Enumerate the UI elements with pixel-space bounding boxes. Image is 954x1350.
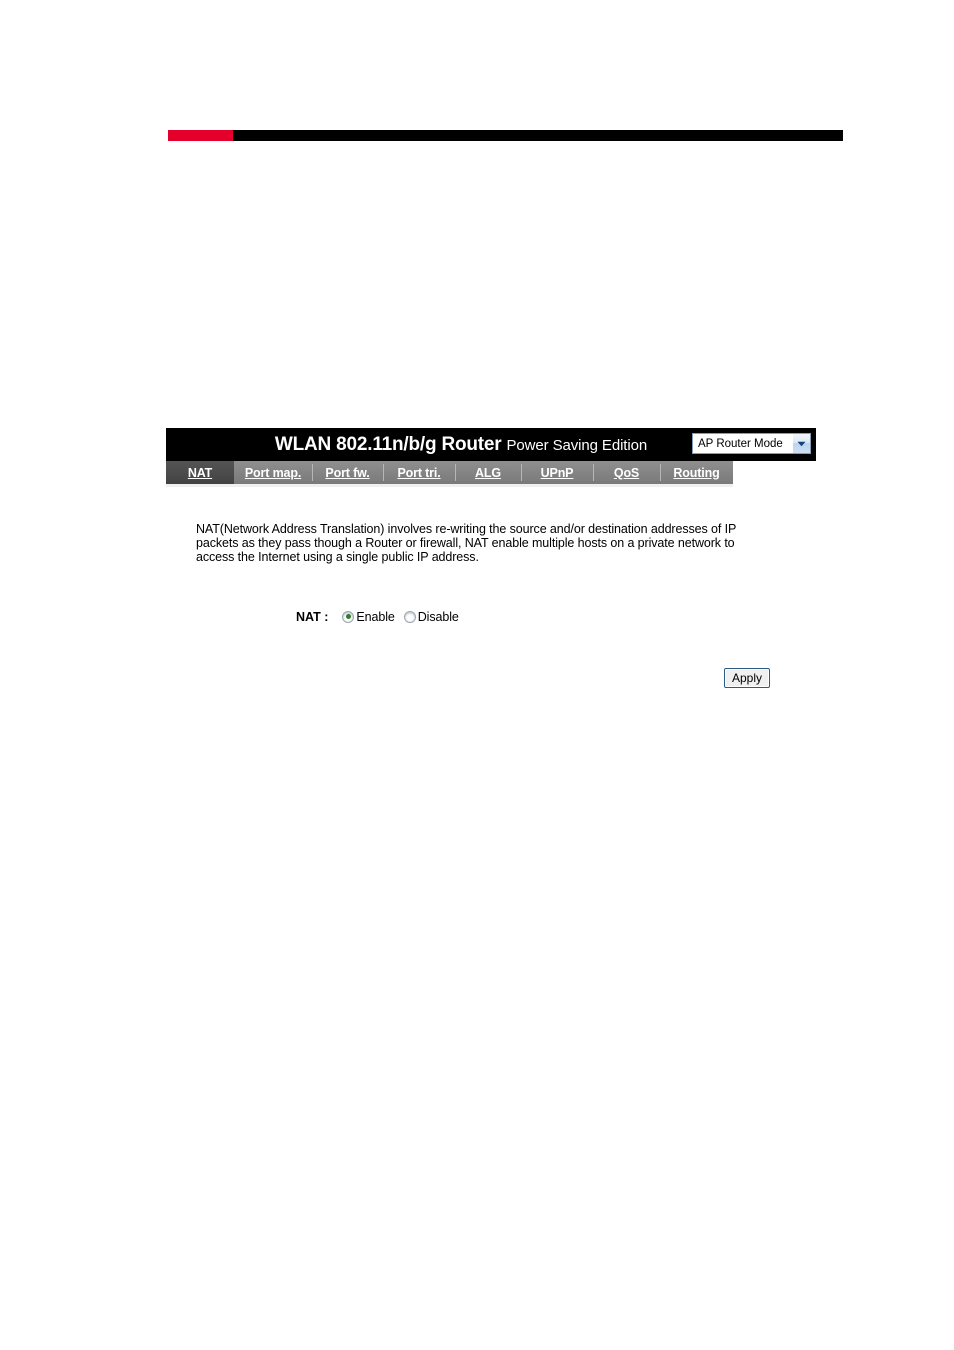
header-rule-accent-segment xyxy=(168,130,233,141)
nat-field-row: NAT : Enable Disable xyxy=(296,610,816,624)
tab-nat[interactable]: NAT xyxy=(166,461,234,484)
tab-port-map[interactable]: Port map. xyxy=(234,461,312,484)
brand-title-main: WLAN 802.11n/b/g Router xyxy=(274,434,502,455)
panel-header: WLAN 802.11n/b/g Router Power Saving Edit… xyxy=(166,428,816,461)
tab-qos[interactable]: QoS xyxy=(593,461,660,484)
tab-port-tri-label: Port tri. xyxy=(397,465,441,480)
page-header-rule xyxy=(168,130,843,141)
brand-title-sub: Power Saving Edition xyxy=(506,437,648,454)
tab-routing[interactable]: Routing xyxy=(660,461,733,484)
nat-radio-enable[interactable]: Enable xyxy=(342,609,395,624)
tab-port-map-label: Port map. xyxy=(244,465,302,480)
nat-radio-disable-label: Disable xyxy=(417,609,459,624)
nat-radio-disable[interactable]: Disable xyxy=(403,609,459,624)
tab-qos-label: QoS xyxy=(613,465,640,480)
operation-mode-select[interactable]: AP Router Mode xyxy=(692,433,811,454)
tab-port-fw-label: Port fw. xyxy=(325,465,370,480)
panel-content: NAT(Network Address Translation) involve… xyxy=(166,487,816,688)
nat-radio-group: Enable Disable xyxy=(342,609,459,624)
tab-port-fw[interactable]: Port fw. xyxy=(312,461,383,484)
chevron-down-icon[interactable] xyxy=(792,434,810,453)
tab-port-tri[interactable]: Port tri. xyxy=(383,461,455,484)
apply-button-row: Apply xyxy=(166,667,816,688)
tab-alg-label: ALG xyxy=(475,465,501,480)
tab-upnp-label: UPnP xyxy=(540,465,574,480)
tab-alg[interactable]: ALG xyxy=(455,461,521,484)
nat-radio-enable-label: Enable xyxy=(356,609,395,624)
nat-description-text: NAT(Network Address Translation) involve… xyxy=(196,521,736,564)
header-rule-bar-segment xyxy=(233,130,843,141)
operation-mode-selected-value: AP Router Mode xyxy=(698,437,783,450)
radio-selected-icon xyxy=(342,610,355,623)
radio-unselected-icon xyxy=(403,610,416,623)
tab-upnp[interactable]: UPnP xyxy=(521,461,593,484)
tab-nat-label: NAT xyxy=(187,465,213,480)
tab-routing-label: Routing xyxy=(673,465,720,480)
nav-tabbar: NAT Port map. Port fw. Port tri. ALG UPn… xyxy=(166,461,733,487)
brand-title: WLAN 802.11n/b/g Router Power Saving Edit… xyxy=(275,435,707,454)
router-admin-panel: WLAN 802.11n/b/g Router Power Saving Edit… xyxy=(166,428,816,688)
nat-field-label: NAT : xyxy=(296,609,329,624)
apply-button[interactable]: Apply xyxy=(723,667,770,688)
